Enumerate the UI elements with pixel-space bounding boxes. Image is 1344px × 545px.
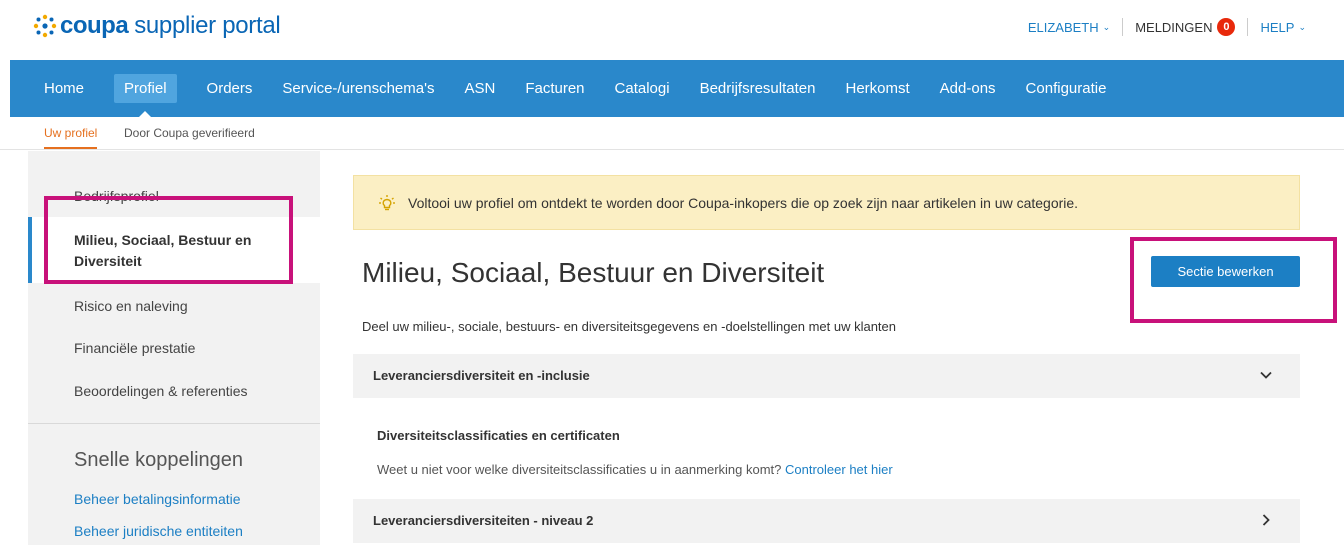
quick-link-juridische-entiteiten[interactable]: Beheer juridische entiteiten [74, 523, 243, 539]
nav-asn-label: ASN [464, 80, 496, 97]
accordion-title: Leveranciersdiversiteit en -inclusie [373, 368, 590, 383]
utility-divider [1122, 18, 1124, 36]
chevron-down-icon: ⌄ [1102, 21, 1111, 32]
diversity-hint: Weet u niet voor welke diversiteitsclass… [377, 462, 893, 477]
utility-divider [1247, 18, 1249, 36]
accordion-title: Leveranciersdiversiteiten - niveau 2 [373, 513, 594, 528]
nav-facturen-label: Facturen [525, 80, 585, 97]
nav-service-label: Service-/urenschema's [282, 80, 435, 97]
nav-home-label: Home [44, 80, 85, 97]
main-navigation: Home Profiel Orders Service-/urenschema'… [10, 60, 1344, 117]
nav-orders-label: Orders [206, 80, 253, 97]
profile-completion-banner: Voltooi uw profiel om ontdekt te worden … [353, 175, 1300, 230]
diversity-classifications-heading: Diversiteitsclassificaties en certificat… [377, 428, 620, 443]
utility-menu: ELIZABETH ⌄ MELDINGEN 0 HELP ⌄ [1028, 18, 1306, 36]
check-here-link[interactable]: Controleer het hier [785, 462, 893, 477]
notifications-label: MELDINGEN [1135, 19, 1213, 35]
nav-home[interactable]: Home [10, 60, 99, 117]
user-menu-label: ELIZABETH [1027, 19, 1099, 35]
nav-add-ons[interactable]: Add-ons [925, 60, 1011, 117]
accordion-supplier-diversity[interactable]: Leveranciersdiversiteit en -inclusie [353, 354, 1300, 398]
nav-add-ons-label: Add-ons [939, 80, 996, 97]
nav-configuratie[interactable]: Configuratie [1011, 60, 1122, 117]
quick-links-title: Snelle koppelingen [74, 449, 244, 471]
nav-herkomst[interactable]: Herkomst [830, 60, 924, 117]
logo-portal-text: supplier portal [134, 12, 281, 39]
notifications-menu[interactable]: MELDINGEN 0 [1135, 18, 1236, 36]
edit-section-button[interactable]: Sectie bewerken [1151, 256, 1300, 287]
quick-link-betalingsinformatie[interactable]: Beheer betalingsinformatie [74, 491, 241, 507]
coupa-logo[interactable]: coupa supplier portal [32, 12, 281, 40]
sidebar-item-risico[interactable]: Risico en naleving [74, 298, 188, 314]
banner-message: Voltooi uw profiel om ontdekt te worden … [408, 194, 1079, 211]
nav-facturen[interactable]: Facturen [510, 60, 599, 117]
sidebar-item-financiele-prestatie[interactable]: Financiële prestatie [74, 340, 195, 356]
nav-bedrijfsresultaten[interactable]: Bedrijfsresultaten [685, 60, 831, 117]
tab-door-coupa-geverifieerd[interactable]: Door Coupa geverifieerd [124, 126, 255, 140]
coupa-logo-icon [33, 14, 57, 38]
sidebar-item-beoordelingen[interactable]: Beoordelingen & referenties [74, 383, 248, 399]
top-header: coupa supplier portal ELIZABETH ⌄ MELDIN… [0, 0, 1344, 56]
nav-catalogi-label: Catalogi [614, 80, 670, 97]
nav-orders[interactable]: Orders [192, 60, 268, 117]
chevron-down-icon: ⌄ [1298, 21, 1306, 32]
section-description: Deel uw milieu-, sociale, bestuurs- en d… [362, 319, 896, 334]
accordion-supplier-diversity-tier2[interactable]: Leveranciersdiversiteiten - niveau 2 [353, 499, 1300, 543]
help-menu[interactable]: HELP ⌄ [1260, 20, 1306, 35]
nav-bedrijfsresultaten-label: Bedrijfsresultaten [699, 80, 816, 97]
nav-profiel-label: Profiel [114, 74, 177, 103]
tab-uw-profiel[interactable]: Uw profiel [44, 126, 98, 149]
sidebar-divider [28, 423, 320, 424]
chevron-right-icon [1262, 514, 1270, 526]
help-menu-label: HELP [1260, 19, 1295, 35]
chevron-down-icon [1260, 371, 1272, 379]
profile-subnav: Uw profiel Door Coupa geverifieerd [0, 117, 1344, 150]
nav-asn[interactable]: ASN [449, 60, 510, 117]
highlight-box-sidebar [44, 196, 293, 284]
lightbulb-icon [379, 194, 395, 210]
user-menu[interactable]: ELIZABETH ⌄ [1028, 20, 1110, 35]
nav-herkomst-label: Herkomst [845, 80, 910, 97]
notifications-count-badge: 0 [1217, 18, 1236, 36]
nav-profiel[interactable]: Profiel [99, 60, 192, 117]
diversity-hint-text: Weet u niet voor welke diversiteitsclass… [377, 462, 782, 477]
logo-brand-text: coupa [60, 12, 129, 39]
page-title: Milieu, Sociaal, Bestuur en Diversiteit [362, 257, 825, 288]
nav-catalogi[interactable]: Catalogi [600, 60, 685, 117]
nav-configuratie-label: Configuratie [1025, 80, 1107, 97]
nav-service-timesheets[interactable]: Service-/urenschema's [267, 60, 449, 117]
